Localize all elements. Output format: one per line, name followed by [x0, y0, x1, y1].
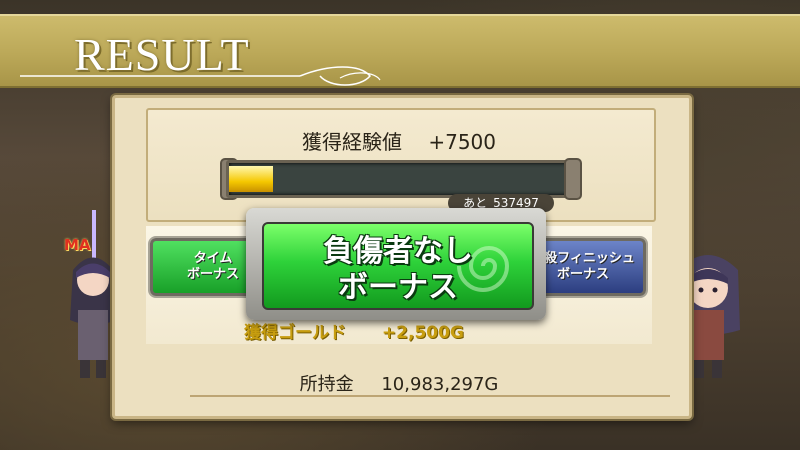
- gold-held-value: 10,983,297G: [381, 374, 499, 395]
- exp-bar-cap-right: [564, 158, 582, 200]
- flourish-ornament: [20, 66, 381, 86]
- gold-held-label: 所持金: [299, 374, 354, 395]
- gold-earned-label: 獲得ゴールド: [244, 323, 346, 343]
- exp-row: 獲得経験値 +7500: [146, 126, 652, 155]
- exp-value: +7500: [428, 130, 496, 154]
- no-injury-bonus-line1: 負傷者なし: [323, 234, 473, 269]
- no-injury-bonus-line2: ボーナス: [338, 270, 458, 305]
- time-bonus-line2: ボーナス: [186, 267, 239, 282]
- result-banner: RESULT: [0, 14, 800, 88]
- exp-label: 獲得経験値: [301, 130, 402, 154]
- no-injury-bonus-badge: 負傷者なし ボーナス: [246, 208, 546, 320]
- time-bonus-line1: タイム: [193, 251, 233, 266]
- gold-earned-value: +2,500G: [381, 323, 464, 343]
- finish-bonus-line2: ボーナス: [556, 267, 609, 282]
- finish-bonus-line1: 必殺フィニッシュ: [531, 251, 635, 266]
- exp-progress-fill: [229, 166, 274, 192]
- panel-divider: [190, 395, 670, 397]
- gold-earned-row: 獲得ゴールド +2,500G: [244, 318, 464, 343]
- exp-progress-bar: [226, 160, 574, 198]
- gold-held-row: 所持金 10,983,297G: [146, 370, 652, 396]
- character-left-label: MA: [64, 236, 91, 254]
